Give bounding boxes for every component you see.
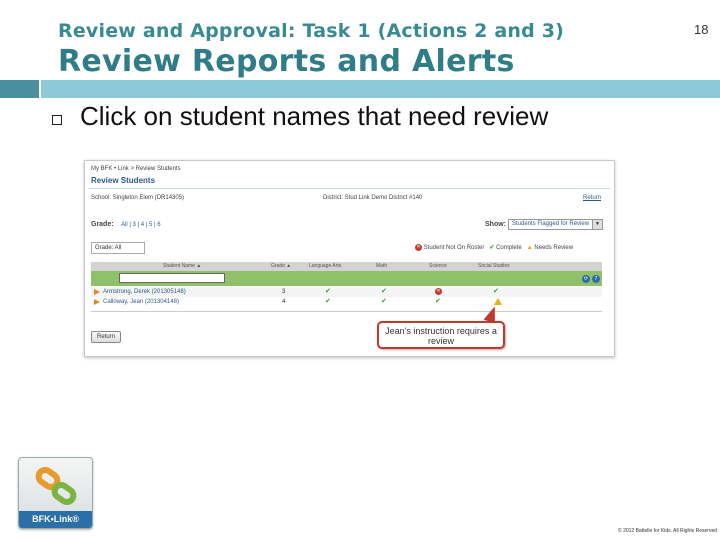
page-title: Review Students (91, 176, 156, 185)
column-student-name[interactable]: Student Name ▲ (163, 263, 201, 269)
table-header: Student Name ▲ Grade ▲ Language Arts Mat… (91, 262, 602, 271)
district-label: District: Stud Link Demo District #140 (323, 195, 423, 201)
header-band-right (41, 80, 720, 98)
breadcrumb[interactable]: My BFK • Link > Review Students (91, 166, 181, 172)
not-on-roster-icon: ✕ (415, 244, 422, 251)
slide-subtitle: Review and Approval: Task 1 (Actions 2 a… (58, 20, 565, 42)
show-dropdown-value: Students Flagged for Review (512, 221, 590, 227)
legend-complete: Complete (496, 245, 522, 252)
table-row[interactable]: Calloway, Jean (201304148) 4 ✔ ✔ ✔ (91, 297, 602, 307)
header-band-left (0, 80, 39, 98)
complete-check-icon: ✔ (493, 287, 499, 295)
student-name-link[interactable]: Calloway, Jean (201304148) (103, 299, 179, 305)
column-science: Science (429, 263, 447, 269)
show-label: Show: (485, 221, 506, 228)
grade-select-value: Grade: All (95, 245, 122, 251)
school-label: School: Singleton Elem (DR14305) (91, 195, 185, 201)
legend-needs-review: Needs Review (534, 245, 574, 252)
not-on-roster-icon: ✕ (435, 288, 442, 295)
logo-label: BFK•Link® (19, 511, 92, 528)
refresh-icon[interactable]: ⟳ (582, 275, 590, 283)
return-link[interactable]: Return (583, 195, 601, 201)
complete-check-icon: ✔ (325, 297, 331, 305)
complete-check-icon: ✔ (381, 297, 387, 305)
title-divider (89, 188, 610, 189)
return-button[interactable]: Return (91, 331, 121, 343)
grade-select[interactable]: Grade: All (91, 242, 145, 254)
needs-review-icon: ▲ (526, 245, 533, 252)
student-grade: 4 (282, 299, 286, 305)
needs-review-icon (494, 298, 502, 305)
complete-check-icon: ✔ (381, 287, 387, 295)
page-number: 18 (694, 22, 709, 37)
complete-check-icon: ✔ (325, 287, 331, 295)
student-grade: 3 (282, 289, 286, 295)
complete-icon: ✔ (489, 245, 495, 252)
copyright-footer: © 2012 Battelle for Kids. All Rights Res… (618, 528, 718, 534)
flag-icon (94, 299, 100, 305)
show-dropdown[interactable]: Students Flagged for Review ▼ (508, 219, 603, 230)
column-grade[interactable]: Grade ▲ (271, 263, 291, 269)
bfk-link-logo: BFK•Link® (18, 457, 93, 529)
chain-link-icon (35, 466, 77, 506)
grade-label: Grade: (91, 221, 114, 228)
review-students-screenshot: My BFK • Link > Review Students Review S… (84, 160, 615, 357)
table-row[interactable]: Armstrong, Derek (201305148) 3 ✔ ✔ ✕ ✔ (91, 287, 602, 297)
bullet-marker (52, 115, 62, 125)
column-language-arts: Language Arts (309, 263, 342, 269)
table-divider (91, 311, 602, 312)
status-legend: ✕ Student Not On Roster ✔ Complete ▲ Nee… (415, 244, 573, 251)
complete-check-icon: ✔ (435, 297, 441, 305)
column-social-studies: Social Studies (478, 263, 510, 269)
student-name-filter-input[interactable] (119, 273, 225, 283)
slide-title: Review Reports and Alerts (58, 44, 515, 79)
grade-filter-links[interactable]: All | 3 | 4 | 5 | 6 (121, 222, 161, 228)
help-icon[interactable]: ? (592, 275, 600, 283)
column-math: Math (376, 263, 388, 269)
legend-not-on-roster: Student Not On Roster (423, 245, 485, 252)
flag-icon (94, 289, 100, 295)
bullet-text: Click on student names that need review (80, 101, 549, 131)
review-callout: Jean's instruction requires a review (377, 321, 505, 349)
student-name-link[interactable]: Armstrong, Derek (201305148) (103, 289, 186, 295)
chevron-down-icon[interactable]: ▼ (592, 220, 602, 229)
